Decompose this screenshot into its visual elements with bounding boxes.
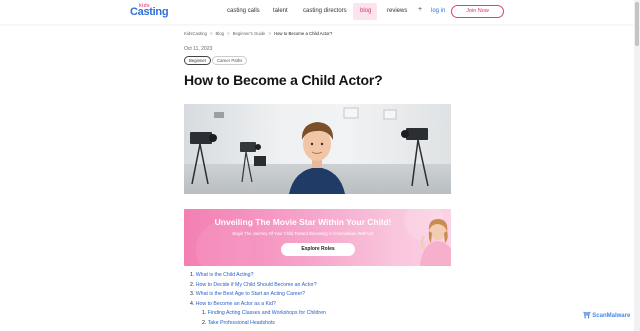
toc-item-number: 4.	[190, 300, 195, 307]
breadcrumb-separator: >	[268, 31, 271, 36]
toc-item-number: 2.	[190, 281, 195, 288]
toc-item-number: 1.	[202, 310, 207, 317]
nav-reviews[interactable]: reviews	[387, 8, 407, 14]
article-date: Oct 11, 2023	[184, 46, 213, 52]
toc-subitem: 2. Take Professional Headshots	[190, 319, 326, 329]
login-link[interactable]: log in	[431, 8, 445, 14]
nav-casting-directors[interactable]: casting directors	[303, 8, 347, 14]
toc-link[interactable]: What is the Child Acting?	[196, 272, 254, 278]
toc-item: 1. What is the Child Acting?	[190, 271, 326, 281]
breadcrumb-home[interactable]: KidsCasting	[184, 31, 207, 36]
page-scrollbar[interactable]	[634, 0, 640, 331]
site-logo[interactable]: kids Casting	[130, 3, 169, 19]
explore-roles-button[interactable]: Explore Roles	[281, 243, 355, 256]
plus-icon[interactable]: +	[418, 6, 422, 13]
logo-casting-text: Casting	[130, 6, 169, 18]
watermark-text: ScanMalware	[592, 313, 631, 319]
page-title: How to Become a Child Actor?	[184, 72, 383, 88]
scanmalware-watermark: ⛩ ScanMalware	[583, 312, 630, 319]
table-of-contents: 1. What is the Child Acting? 2. How to D…	[190, 271, 326, 329]
breadcrumb-separator: >	[209, 31, 213, 36]
tag-career-paths[interactable]: Career Paths	[212, 56, 248, 65]
toc-link[interactable]: Finding Acting Classes and Workshops for…	[208, 310, 326, 316]
breadcrumb: KidsCasting > Blog > Beginner's Guide > How to…	[184, 31, 332, 36]
join-now-button[interactable]: Join Now	[451, 5, 504, 18]
breadcrumb-blog[interactable]: Blog	[215, 31, 224, 36]
toc-link[interactable]: What is the Best Age to Start an Acting …	[196, 291, 305, 297]
banner-title: Unveiling The Movie Star Within Your Chi…	[214, 217, 392, 227]
promo-banner: Unveiling The Movie Star Within Your Chi…	[184, 209, 451, 266]
breadcrumb-current: How to Become a Child Actor?	[273, 31, 333, 36]
toc-item-number: 1.	[190, 272, 195, 278]
banner-subtitle: Begin The Journey Of Your Child Toward B…	[232, 231, 374, 236]
breadcrumb-category[interactable]: Beginner's Guide	[233, 31, 266, 36]
hero-illustration	[190, 107, 429, 194]
breadcrumb-separator: >	[227, 31, 230, 36]
shield-icon: ⛩	[583, 313, 591, 319]
toc-link[interactable]: How to Become an Actor as a Kid?	[196, 301, 276, 307]
hero-image	[184, 104, 451, 194]
toc-link[interactable]: Take Professional Headshots	[208, 320, 275, 326]
toc-item-number: 2.	[202, 319, 207, 326]
scrollbar-thumb[interactable]	[635, 2, 639, 46]
toc-item-number: 3.	[190, 291, 195, 298]
toc-item: 3. What is the Best Age to Start an Acti…	[190, 290, 326, 300]
site-header: kids Casting casting calls talent castin…	[0, 0, 634, 24]
nav-talent[interactable]: talent	[273, 8, 288, 14]
toc-item: 2. How to Decide if My Child Should Beco…	[190, 281, 326, 291]
nav-casting-calls[interactable]: casting calls	[227, 8, 260, 14]
nav-blog[interactable]: blog	[360, 8, 371, 14]
tag-beginner[interactable]: Beginner	[184, 56, 212, 65]
toc-subitem: 1. Finding Acting Classes and Workshops …	[190, 309, 326, 319]
toc-item: 4. How to Become an Actor as a Kid?	[190, 300, 326, 310]
toc-link[interactable]: How to Decide if My Child Should Become …	[196, 282, 317, 288]
